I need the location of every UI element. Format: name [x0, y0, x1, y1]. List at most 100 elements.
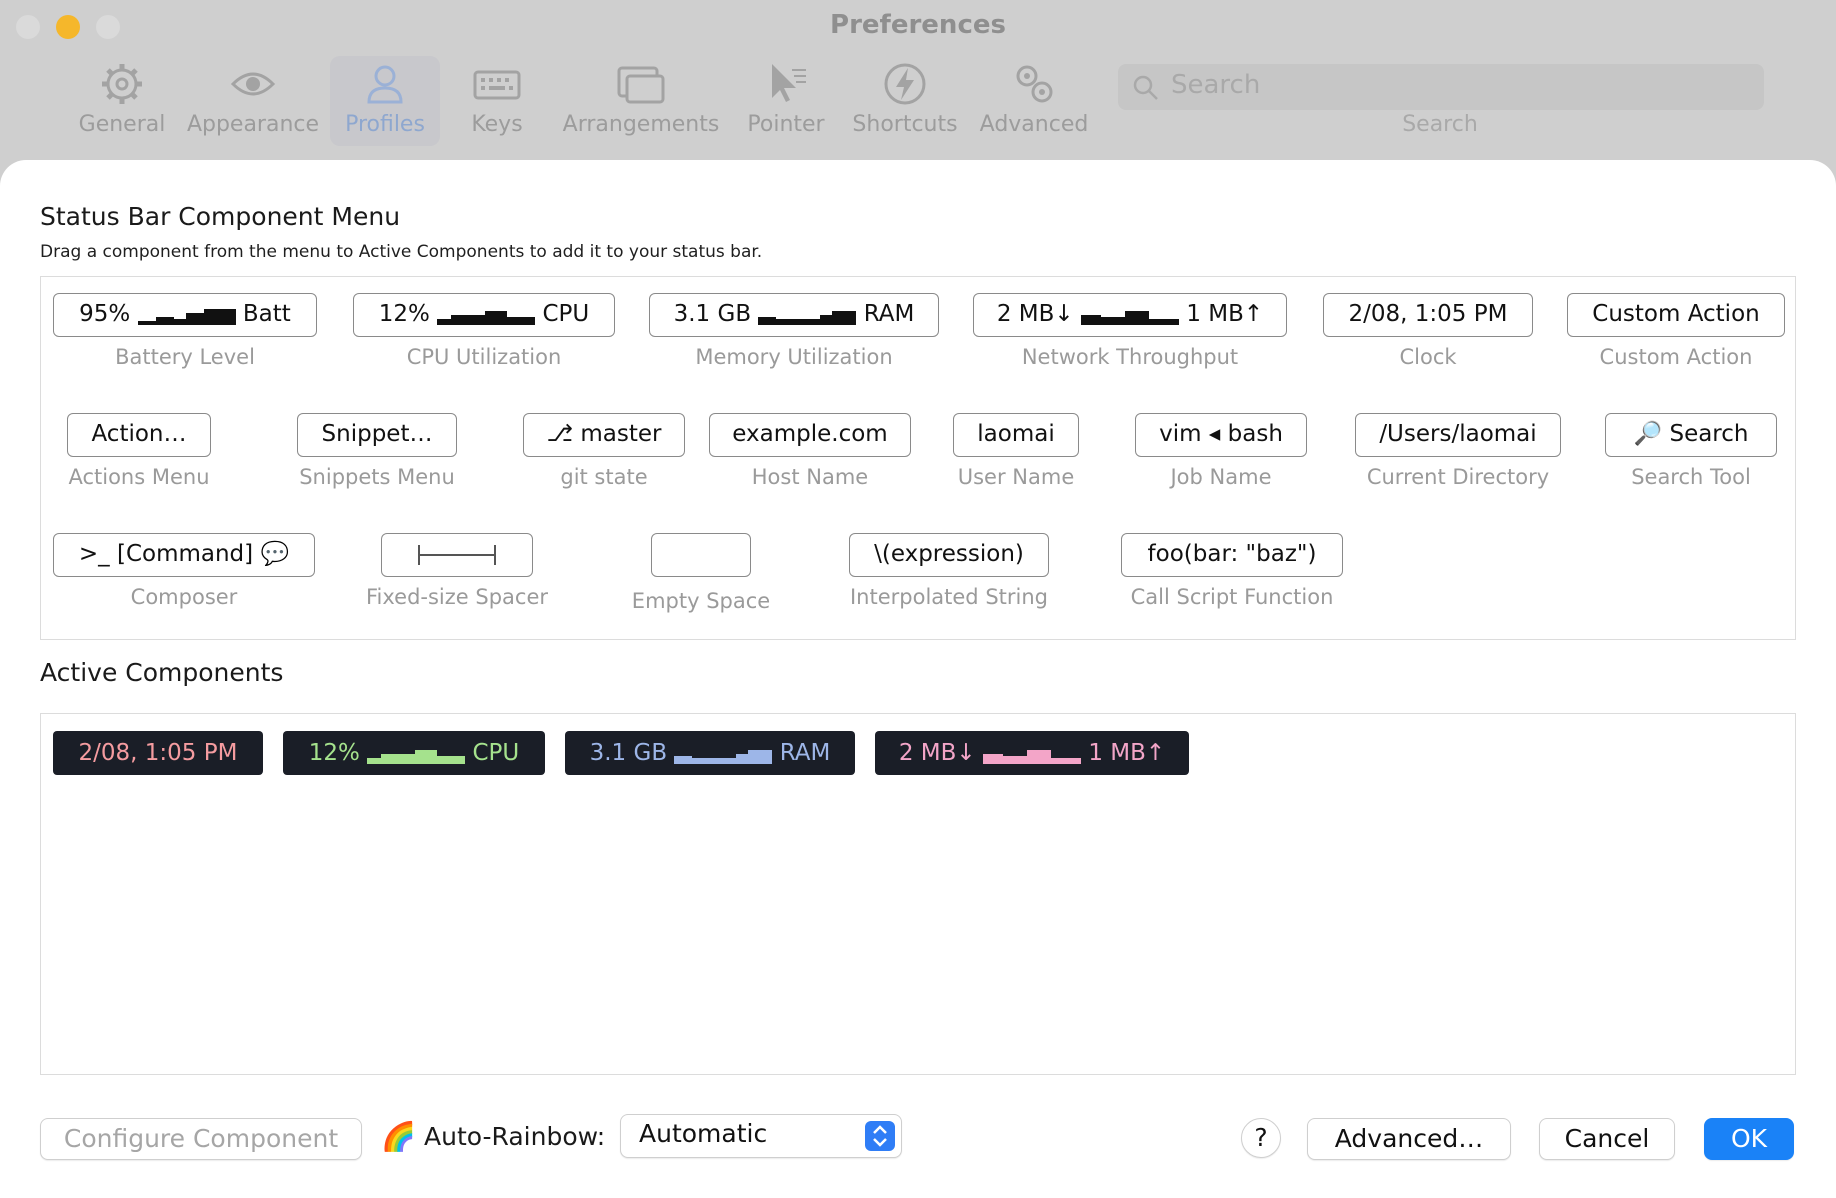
- sparkline-icon: [674, 749, 773, 764]
- component-caption: Clock: [1399, 345, 1457, 369]
- gear-icon: [102, 64, 142, 104]
- active-components-area: 2/08, 1:05 PM 12% CPU 3.1 GB RAM 2 MB↓ 1…: [40, 713, 1796, 1075]
- toolbar-tab-shortcuts[interactable]: Shortcuts: [850, 56, 960, 146]
- component-caption: Current Directory: [1366, 465, 1550, 489]
- sparkline-icon: [758, 310, 857, 325]
- component-git-state[interactable]: ⎇ master git state: [523, 413, 685, 489]
- toolbar-tab-pointer[interactable]: Pointer: [742, 56, 830, 146]
- component-caption: User Name: [957, 465, 1075, 489]
- component-chip: ⎇ master: [523, 413, 685, 457]
- component-battery-level[interactable]: 95% Batt Battery Level: [53, 293, 317, 369]
- component-network-throughput[interactable]: 2 MB↓ 1 MB↑ Network Throughput: [973, 293, 1287, 369]
- toolbar-tab-label: Arrangements: [562, 112, 720, 137]
- sparkline-icon: [367, 749, 466, 764]
- toolbar-tab-label: Profiles: [345, 112, 425, 137]
- component-actions-menu[interactable]: Action… Actions Menu: [49, 413, 229, 489]
- active-cpu-utilization[interactable]: 12% CPU: [283, 731, 545, 775]
- toolbar-tab-label: Appearance: [186, 112, 320, 137]
- component-user-name[interactable]: laomai User Name: [947, 413, 1085, 489]
- gears-icon: [1016, 65, 1053, 103]
- auto-rainbow-select[interactable]: Automatic: [620, 1114, 902, 1158]
- component-custom-action[interactable]: Custom Action Custom Action: [1567, 293, 1785, 369]
- component-current-directory[interactable]: /Users/laomai Current Directory: [1353, 413, 1563, 489]
- advanced-button[interactable]: Advanced…: [1307, 1118, 1511, 1160]
- component-chip: 2 MB↓ 1 MB↑: [973, 293, 1287, 337]
- component-chip: Custom Action: [1567, 293, 1785, 337]
- active-memory-utilization[interactable]: 3.1 GB RAM: [565, 731, 855, 775]
- component-caption: Call Script Function: [1130, 585, 1334, 609]
- window-title: Preferences: [830, 10, 1006, 40]
- chevron-updown-icon: [865, 1121, 895, 1151]
- status-bar-sheet: Status Bar Component Menu Drag a compone…: [0, 160, 1836, 1198]
- component-chip: \(expression): [849, 533, 1049, 577]
- component-caption: Battery Level: [115, 345, 255, 369]
- toolbar-tab-general[interactable]: General: [66, 56, 178, 146]
- component-search-tool[interactable]: 🔎 Search Search Tool: [1601, 413, 1781, 489]
- toolbar-tab-label: Keys: [471, 112, 523, 137]
- search-label: Search: [1402, 112, 1478, 137]
- component-caption: Memory Utilization: [695, 345, 893, 369]
- component-caption: Actions Menu: [68, 465, 210, 489]
- component-host-name[interactable]: example.com Host Name: [709, 413, 911, 489]
- component-chip: 2/08, 1:05 PM: [1323, 293, 1533, 337]
- component-fixed-size-spacer[interactable]: Fixed-size Spacer: [357, 533, 557, 609]
- component-caption: CPU Utilization: [406, 345, 562, 369]
- component-chip: vim ◂ bash: [1135, 413, 1307, 457]
- toolbar-tab-label: Shortcuts: [852, 112, 958, 137]
- component-chip: example.com: [709, 413, 911, 457]
- ok-button[interactable]: OK: [1704, 1118, 1794, 1160]
- cancel-button[interactable]: Cancel: [1539, 1118, 1675, 1160]
- component-chip: 🔎 Search: [1605, 413, 1777, 457]
- component-chip: >_ [Command] 💬: [53, 533, 315, 577]
- component-chip: laomai: [953, 413, 1079, 457]
- component-caption: Custom Action: [1599, 345, 1753, 369]
- sparkline-icon: [983, 749, 1081, 764]
- sparkline-icon: [137, 308, 236, 325]
- auto-rainbow-value: Automatic: [639, 1119, 768, 1148]
- bolt-icon: [884, 63, 926, 105]
- toolbar-tab-label: General: [78, 112, 166, 137]
- menu-title: Status Bar Component Menu: [40, 202, 401, 231]
- help-button[interactable]: ?: [1241, 1118, 1281, 1158]
- sparkline-icon: [437, 310, 536, 325]
- component-empty-space[interactable]: Empty Space: [621, 533, 781, 613]
- rainbow-icon: 🌈: [381, 1120, 416, 1153]
- component-memory-utilization[interactable]: 3.1 GB RAM Memory Utilization: [649, 293, 939, 369]
- active-network-throughput[interactable]: 2 MB↓ 1 MB↑: [875, 731, 1189, 775]
- component-snippets-menu[interactable]: Snippet… Snippets Menu: [289, 413, 465, 489]
- component-clock[interactable]: 2/08, 1:05 PM Clock: [1323, 293, 1533, 369]
- component-caption: Interpolated String: [849, 585, 1048, 609]
- active-clock[interactable]: 2/08, 1:05 PM: [53, 731, 263, 775]
- component-caption: Composer: [130, 585, 238, 609]
- component-chip: 12% CPU: [353, 293, 615, 337]
- component-menu: 95% Batt Battery Level 12% CPU CPU Utili…: [40, 276, 1796, 640]
- component-job-name[interactable]: vim ◂ bash Job Name: [1135, 413, 1307, 489]
- component-caption: Job Name: [1170, 465, 1272, 489]
- component-caption: Search Tool: [1631, 465, 1751, 489]
- component-call-script-function[interactable]: foo(bar: "baz") Call Script Function: [1121, 533, 1343, 609]
- toolbar-tab-arrangements[interactable]: Arrangements: [562, 56, 720, 146]
- toolbar-tab-advanced[interactable]: Advanced: [978, 56, 1090, 146]
- search-placeholder: Search: [1171, 70, 1261, 100]
- toolbar-tab-appearance[interactable]: Appearance: [186, 56, 320, 146]
- toolbar-tab-label: Advanced: [979, 112, 1089, 137]
- component-chip: Action…: [67, 413, 211, 457]
- component-chip: Snippet…: [297, 413, 457, 457]
- configure-component-button[interactable]: Configure Component: [40, 1118, 362, 1160]
- cursor-icon: [772, 64, 806, 102]
- component-chip: [381, 533, 533, 577]
- component-chip: 3.1 GB RAM: [649, 293, 939, 337]
- sparkline-icon: [1081, 310, 1179, 325]
- component-caption: Snippets Menu: [299, 465, 455, 489]
- spacer-icon: [418, 544, 496, 565]
- component-caption: Host Name: [751, 465, 869, 489]
- component-chip: 95% Batt: [53, 293, 317, 337]
- search-icon: [1133, 75, 1158, 100]
- component-interpolated-string[interactable]: \(expression) Interpolated String: [849, 533, 1049, 609]
- person-icon: [367, 65, 403, 104]
- component-composer[interactable]: >_ [Command] 💬 Composer: [53, 533, 315, 609]
- toolbar-tab-keys[interactable]: Keys: [456, 56, 538, 146]
- toolbar-tab-profiles[interactable]: Profiles: [330, 56, 440, 146]
- component-cpu-utilization[interactable]: 12% CPU CPU Utilization: [353, 293, 615, 369]
- component-chip: foo(bar: "baz"): [1121, 533, 1343, 577]
